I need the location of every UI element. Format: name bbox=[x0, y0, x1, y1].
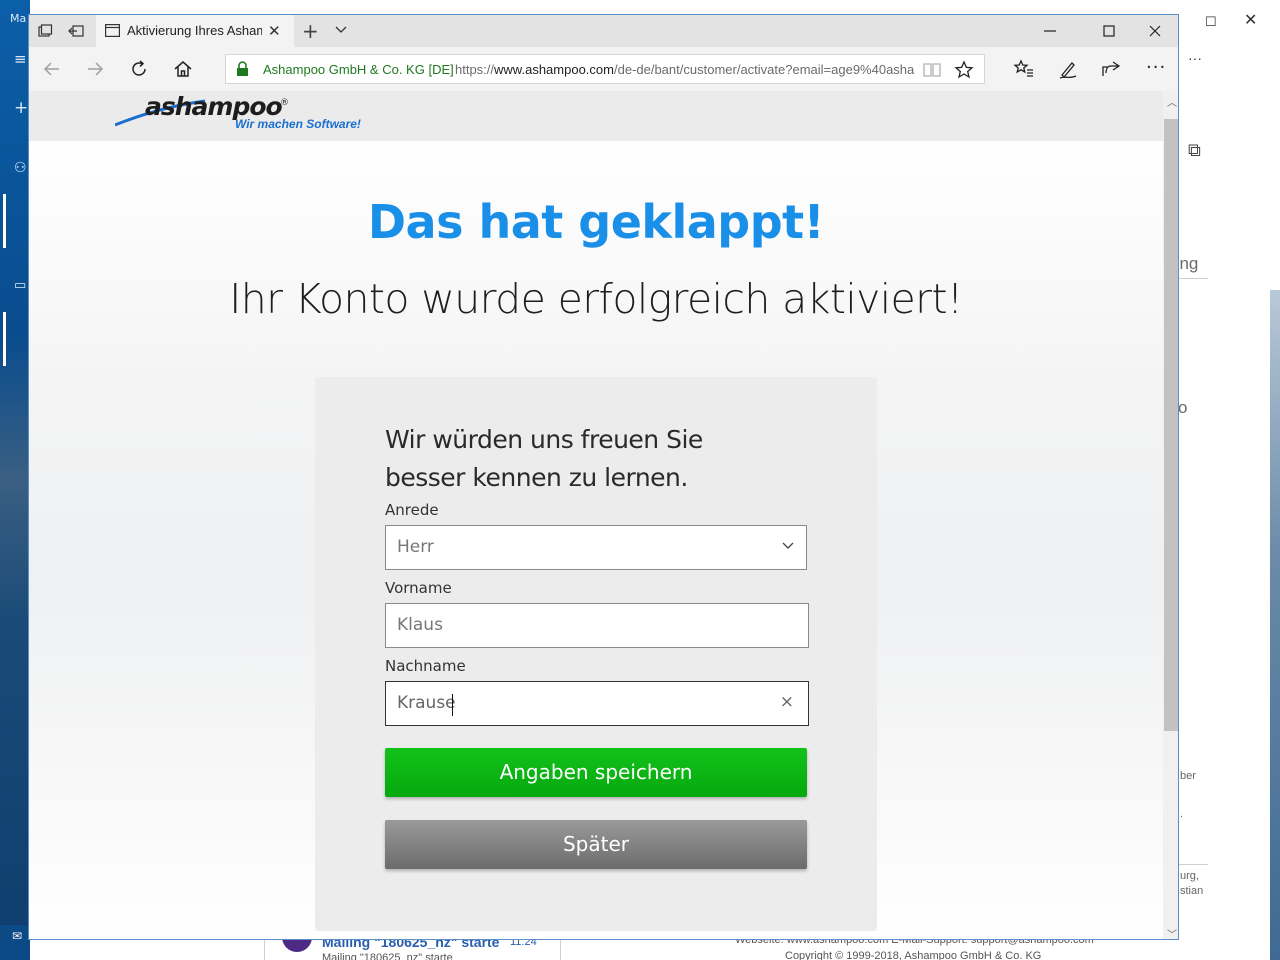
clear-icon[interactable]: × bbox=[780, 692, 794, 712]
person-icon[interactable]: ⚇ bbox=[14, 160, 27, 176]
tab-title: Aktivierung Ihres Ashampoo-Kontos bbox=[127, 23, 262, 38]
reading-view-icon[interactable] bbox=[922, 60, 942, 80]
favorite-star-icon[interactable] bbox=[954, 60, 974, 80]
title-bar: Aktivierung Ihres Ashampoo-Kontos ✕ + bbox=[29, 15, 1178, 47]
divider bbox=[264, 938, 265, 960]
firstname-input[interactable]: Klaus bbox=[385, 603, 809, 648]
scroll-thumb[interactable] bbox=[1164, 119, 1178, 731]
ashampoo-logo[interactable]: ashampoo ® Wir machen Software! bbox=[115, 91, 375, 139]
divider bbox=[1178, 864, 1208, 865]
logo-tagline: Wir machen Software! bbox=[235, 117, 361, 131]
forward-icon[interactable] bbox=[84, 58, 106, 80]
mail-footer-copyright: Copyright © 1999-2018, Ashampoo GmbH & C… bbox=[785, 950, 1042, 960]
mail-app-bottom: ▦ Mailing "180625_nz" starte 11:24 Maili… bbox=[30, 938, 1178, 960]
more-icon[interactable]: ··· bbox=[1146, 57, 1166, 78]
mail-icon[interactable]: ✉ bbox=[12, 929, 22, 943]
save-button[interactable]: Angaben speichern bbox=[385, 748, 807, 797]
scroll-up-icon[interactable]: ︿ bbox=[1167, 94, 1177, 109]
lastname-value: Krause bbox=[397, 693, 456, 713]
firstname-value: Klaus bbox=[397, 615, 443, 635]
favorites-hub-icon[interactable] bbox=[1013, 58, 1035, 80]
desktop-wallpaper-edge bbox=[1270, 290, 1280, 960]
divider bbox=[560, 938, 561, 960]
url-text[interactable]: https://www.ashampoo.com/de-de/bant/cust… bbox=[455, 62, 915, 77]
tab-activation[interactable]: Aktivierung Ihres Ashampoo-Kontos ✕ bbox=[96, 15, 294, 47]
navigation-bar: Ashampoo GmbH & Co. KG [DE] https://www.… bbox=[29, 47, 1178, 91]
mail-app-label: Ma bbox=[10, 12, 27, 25]
mail-fragment: stian bbox=[1180, 885, 1204, 897]
url-host: www.ashampoo.com bbox=[494, 62, 614, 77]
salutation-select[interactable]: Herr bbox=[385, 525, 807, 570]
profile-form-card: Wir würden uns freuen Sie besser kennen … bbox=[315, 377, 877, 931]
nav-selection-bar-2 bbox=[3, 312, 6, 366]
maximize-icon[interactable] bbox=[1100, 22, 1118, 40]
set-tabs-aside-icon[interactable] bbox=[68, 23, 84, 39]
minimize-icon[interactable] bbox=[1041, 22, 1059, 40]
firstname-label: Vorname bbox=[385, 579, 452, 597]
pen-notes-icon[interactable] bbox=[1057, 58, 1079, 80]
back-icon[interactable] bbox=[41, 58, 63, 80]
mail-close-icon[interactable]: ✕ bbox=[1244, 10, 1257, 30]
folder-icon[interactable]: ▭ bbox=[14, 278, 26, 293]
scroll-down-icon[interactable]: ﹀ bbox=[1167, 926, 1177, 939]
popout-icon[interactable]: ⧉ bbox=[1188, 140, 1201, 161]
hamburger-icon[interactable]: ≡ bbox=[14, 50, 27, 68]
later-button[interactable]: Später bbox=[385, 820, 807, 869]
mail-bottom-toolbar: ✉ bbox=[0, 925, 30, 960]
plus-icon[interactable]: + bbox=[14, 98, 28, 118]
chevron-down-icon bbox=[782, 542, 794, 549]
close-window-icon[interactable] bbox=[1146, 22, 1164, 40]
mail-reading-pane: ☐ ✕ ··· ⧉ ung o ber . urg, stian bbox=[1170, 0, 1280, 960]
home-icon[interactable] bbox=[172, 58, 194, 80]
form-intro: Wir würden uns freuen Sie besser kennen … bbox=[385, 421, 785, 497]
calendar-icon[interactable]: ▦ bbox=[70, 940, 81, 954]
address-bar[interactable]: Ashampoo GmbH & Co. KG [DE] https://www.… bbox=[225, 54, 985, 84]
page-title: Das hat geklappt! bbox=[367, 195, 825, 249]
refresh-icon[interactable] bbox=[128, 58, 150, 80]
mail-fragment: . bbox=[1180, 808, 1184, 820]
mail-more-icon[interactable]: ··· bbox=[1188, 50, 1202, 66]
mail-fragment: urg, bbox=[1180, 870, 1199, 882]
new-tab-icon[interactable]: + bbox=[302, 19, 319, 43]
mail-fragment: o bbox=[1178, 398, 1188, 417]
page-viewport: ashampoo ® Wir machen Software! Das hat … bbox=[29, 91, 1163, 939]
mail-list-preview: Mailing "180625_nz" starte bbox=[322, 952, 453, 960]
page-icon bbox=[105, 24, 120, 37]
lastname-input[interactable]: Krause × bbox=[385, 681, 809, 726]
mail-fragment: ber bbox=[1180, 770, 1196, 782]
tabs-aside-icon[interactable] bbox=[37, 23, 53, 39]
lock-icon bbox=[237, 61, 248, 76]
nav-selection-bar bbox=[3, 194, 6, 248]
scrollbar[interactable]: ︿ ﹀ bbox=[1163, 91, 1178, 939]
salutation-value: Herr bbox=[397, 537, 434, 557]
form-intro-line2: besser kennen zu lernen. bbox=[385, 463, 688, 492]
close-icon[interactable]: ✕ bbox=[268, 22, 281, 40]
mail-restore-icon[interactable]: ☐ bbox=[1205, 14, 1217, 30]
url-path: /de-de/bant/customer/activate?email=age9… bbox=[613, 62, 915, 77]
salutation-label: Anrede bbox=[385, 501, 439, 519]
divider bbox=[1178, 278, 1208, 279]
browser-window: Aktivierung Ihres Ashampoo-Kontos ✕ + bbox=[28, 14, 1179, 940]
lastname-label: Nachname bbox=[385, 657, 466, 675]
text-cursor bbox=[452, 694, 453, 716]
desktop-left-strip: Ma ≡ + ⚇ ▭ bbox=[0, 0, 30, 960]
logo-registered: ® bbox=[280, 98, 289, 108]
chevron-down-icon[interactable] bbox=[334, 23, 348, 37]
share-icon[interactable] bbox=[1100, 58, 1122, 80]
certificate-organization[interactable]: Ashampoo GmbH & Co. KG [DE] bbox=[263, 62, 454, 77]
site-header: ashampoo ® Wir machen Software! bbox=[29, 91, 1163, 141]
page-subtitle: Ihr Konto wurde erfolgreich aktiviert! bbox=[229, 275, 963, 323]
form-intro-line1: Wir würden uns freuen Sie bbox=[385, 425, 703, 454]
url-prefix: https:// bbox=[455, 62, 495, 77]
